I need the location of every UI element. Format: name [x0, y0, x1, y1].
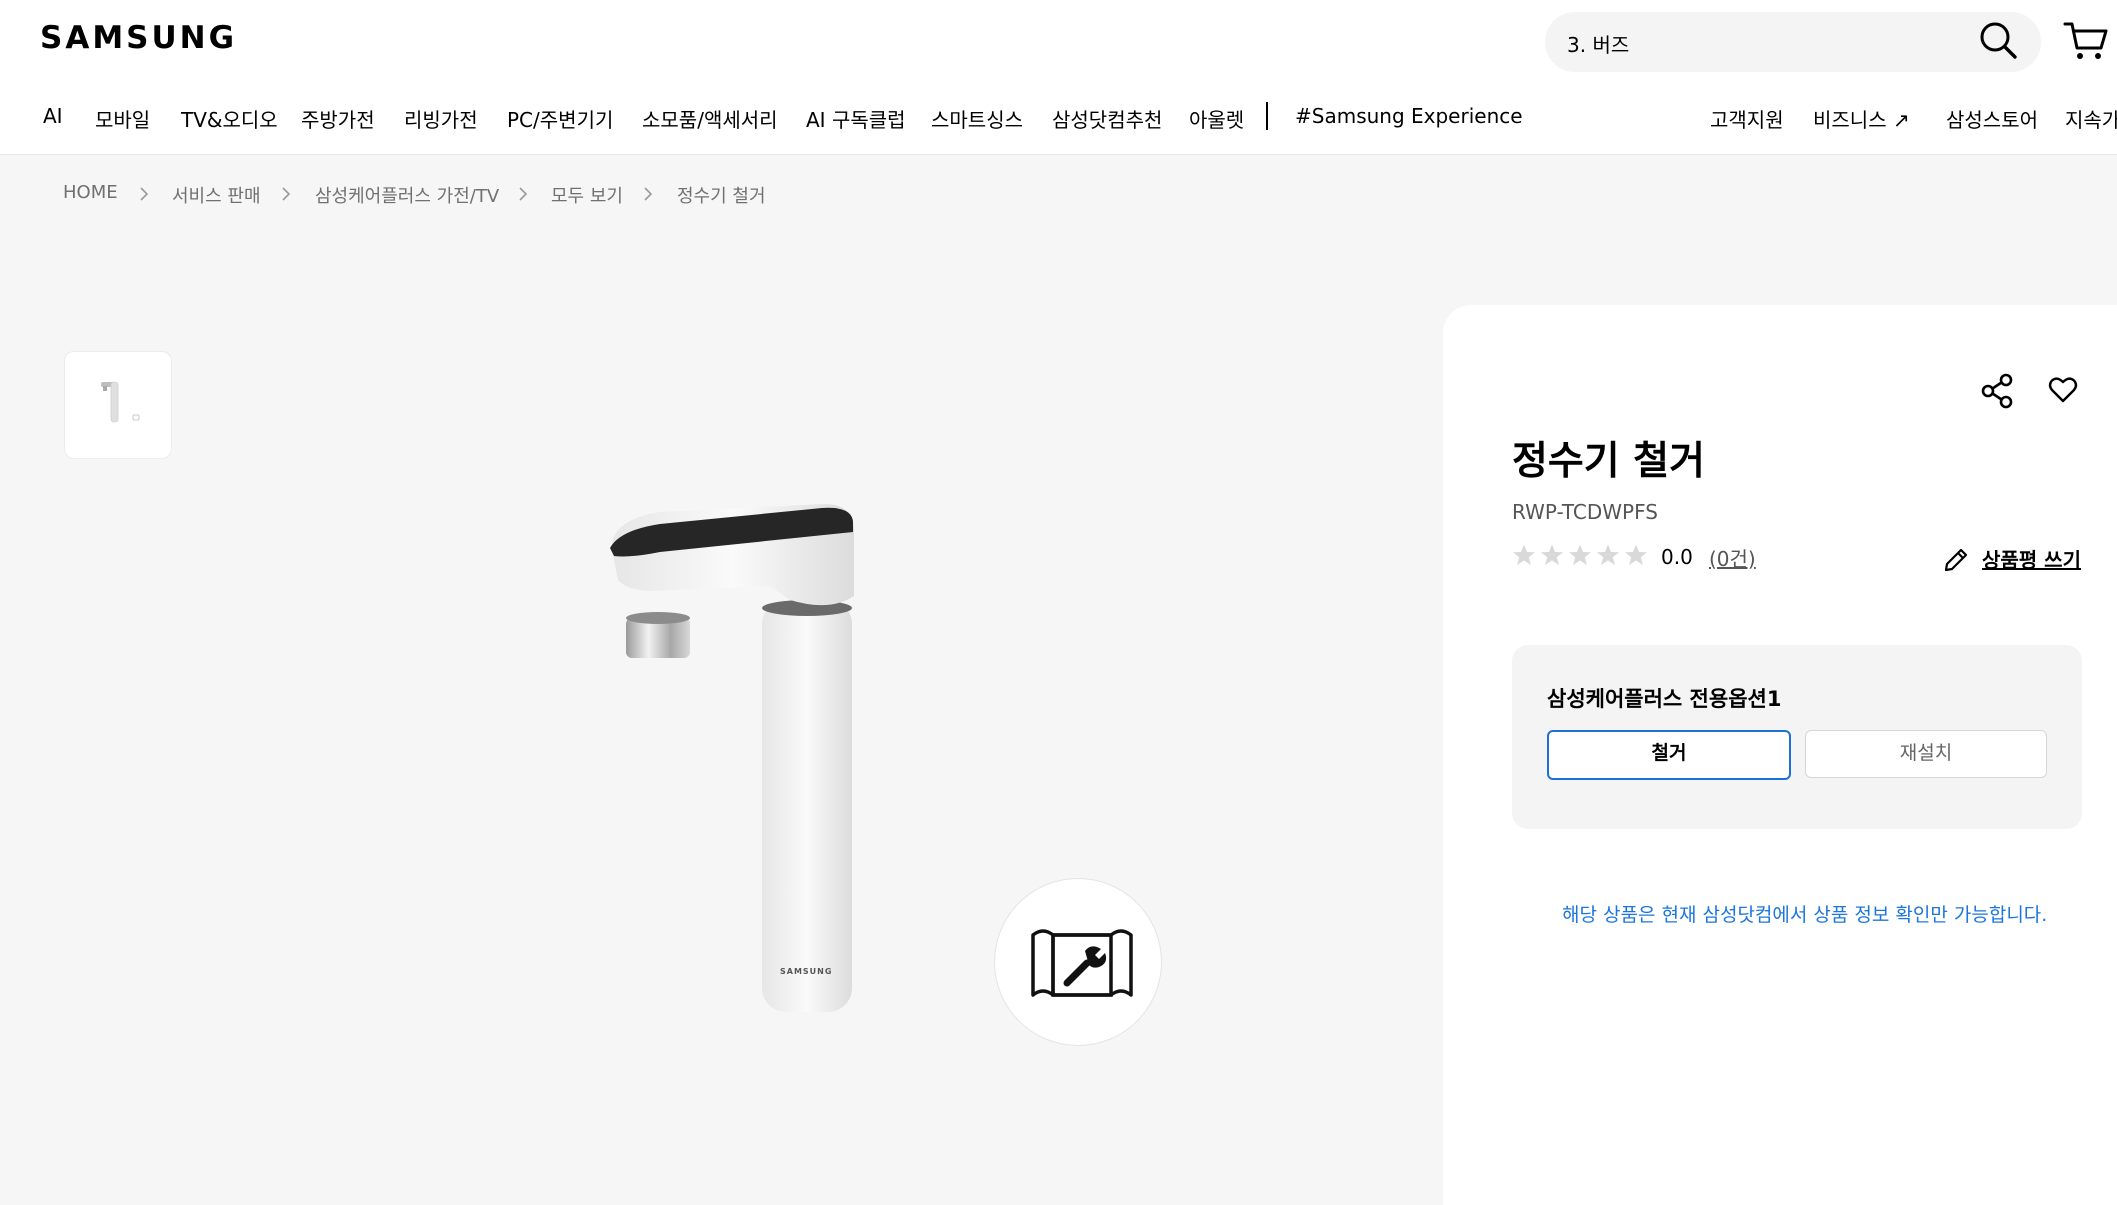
nav-item-store[interactable]: 삼성스토어: [1946, 104, 2038, 133]
model-number: RWP-TCDWPFS: [1512, 500, 1658, 524]
installation-guide-icon: [1031, 929, 1133, 997]
search-bar[interactable]: [1545, 12, 2041, 72]
nav-divider: [1266, 102, 1268, 130]
chevron-right-icon: [282, 187, 291, 201]
nav-item-outlet[interactable]: 아울렛: [1189, 104, 1244, 133]
option-removal-button[interactable]: 철거: [1547, 730, 1791, 780]
breadcrumb-view-all[interactable]: 모두 보기: [551, 182, 623, 208]
breadcrumb-current: 정수기 철거: [677, 186, 766, 207]
star-icon: [1513, 544, 1535, 565]
cart-icon[interactable]: [2063, 20, 2109, 62]
nav-item-pc[interactable]: PC/주변기기: [507, 104, 613, 133]
nav-item-smartthings[interactable]: 스마트싱스: [931, 104, 1023, 133]
star-icon: [1625, 544, 1647, 565]
faucet-thumbnail-image: [101, 381, 140, 423]
nav-item-living[interactable]: 리빙가전: [404, 104, 478, 133]
nav-item-ai-subscription[interactable]: AI 구독클럽: [806, 104, 906, 133]
options-title: 삼성케어플러스 전용옵션1: [1547, 687, 1782, 711]
chevron-right-icon: [519, 187, 528, 201]
share-icon[interactable]: [1980, 373, 2014, 409]
pencil-icon[interactable]: [1942, 546, 1970, 574]
water-purifier-image: SAMSUNG: [610, 504, 855, 1012]
nav-item-kitchen[interactable]: 주방가전: [301, 104, 375, 133]
star-icon: [1569, 544, 1591, 565]
nav-item-recommend[interactable]: 삼성닷컴추천: [1052, 104, 1162, 133]
svg-text:SAMSUNG: SAMSUNG: [780, 967, 832, 976]
chevron-right-icon: [644, 187, 653, 201]
nav-item-sustainability[interactable]: 지속가: [2065, 104, 2117, 133]
breadcrumb-service-sale[interactable]: 서비스 판매: [172, 182, 261, 208]
samsung-logo[interactable]: SAMSUNG: [40, 20, 237, 56]
product-thumbnail[interactable]: [64, 351, 172, 459]
nav-item-samsung-experience[interactable]: #Samsung Experience: [1295, 104, 1523, 128]
review-count-link[interactable]: (0건): [1709, 543, 1756, 572]
star-icon: [1541, 544, 1563, 565]
nav-item-support[interactable]: 고객지원: [1710, 104, 1784, 133]
availability-notice: 해당 상품은 현재 삼성닷컴에서 상품 정보 확인만 가능합니다.: [1562, 904, 2048, 926]
write-review-link[interactable]: 상품평 쓰기: [1982, 544, 2081, 573]
site-header: SAMSUNG AI 모바일 TV&오디오 주방가전 리빙가전 PC/주변기기 …: [0, 0, 2117, 155]
product-title: 정수기 철거: [1512, 439, 1705, 484]
main-nav: AI 모바일 TV&오디오 주방가전 리빙가전 PC/주변기기 소모품/액세서리…: [0, 102, 2117, 133]
chevron-right-icon: [140, 187, 149, 201]
search-input[interactable]: [1565, 26, 1969, 60]
heart-icon[interactable]: [2048, 376, 2078, 404]
nav-item-business[interactable]: 비즈니스 ↗: [1813, 104, 1910, 133]
nav-item-accessories[interactable]: 소모품/액세서리: [642, 104, 778, 133]
installation-guide-button[interactable]: [994, 878, 1162, 1046]
nav-item-tv-audio[interactable]: TV&오디오: [181, 104, 278, 133]
option-reinstall-button[interactable]: 재설치: [1805, 730, 2047, 778]
nav-item-mobile[interactable]: 모바일: [95, 104, 150, 133]
search-icon[interactable]: [1978, 20, 2018, 60]
star-icon: [1597, 544, 1619, 565]
breadcrumb-home[interactable]: HOME: [63, 182, 118, 203]
nav-item-ai[interactable]: AI: [43, 104, 63, 128]
rating-value: 0.0: [1661, 545, 1693, 569]
breadcrumb-careplus[interactable]: 삼성케어플러스 가전/TV: [315, 182, 499, 208]
